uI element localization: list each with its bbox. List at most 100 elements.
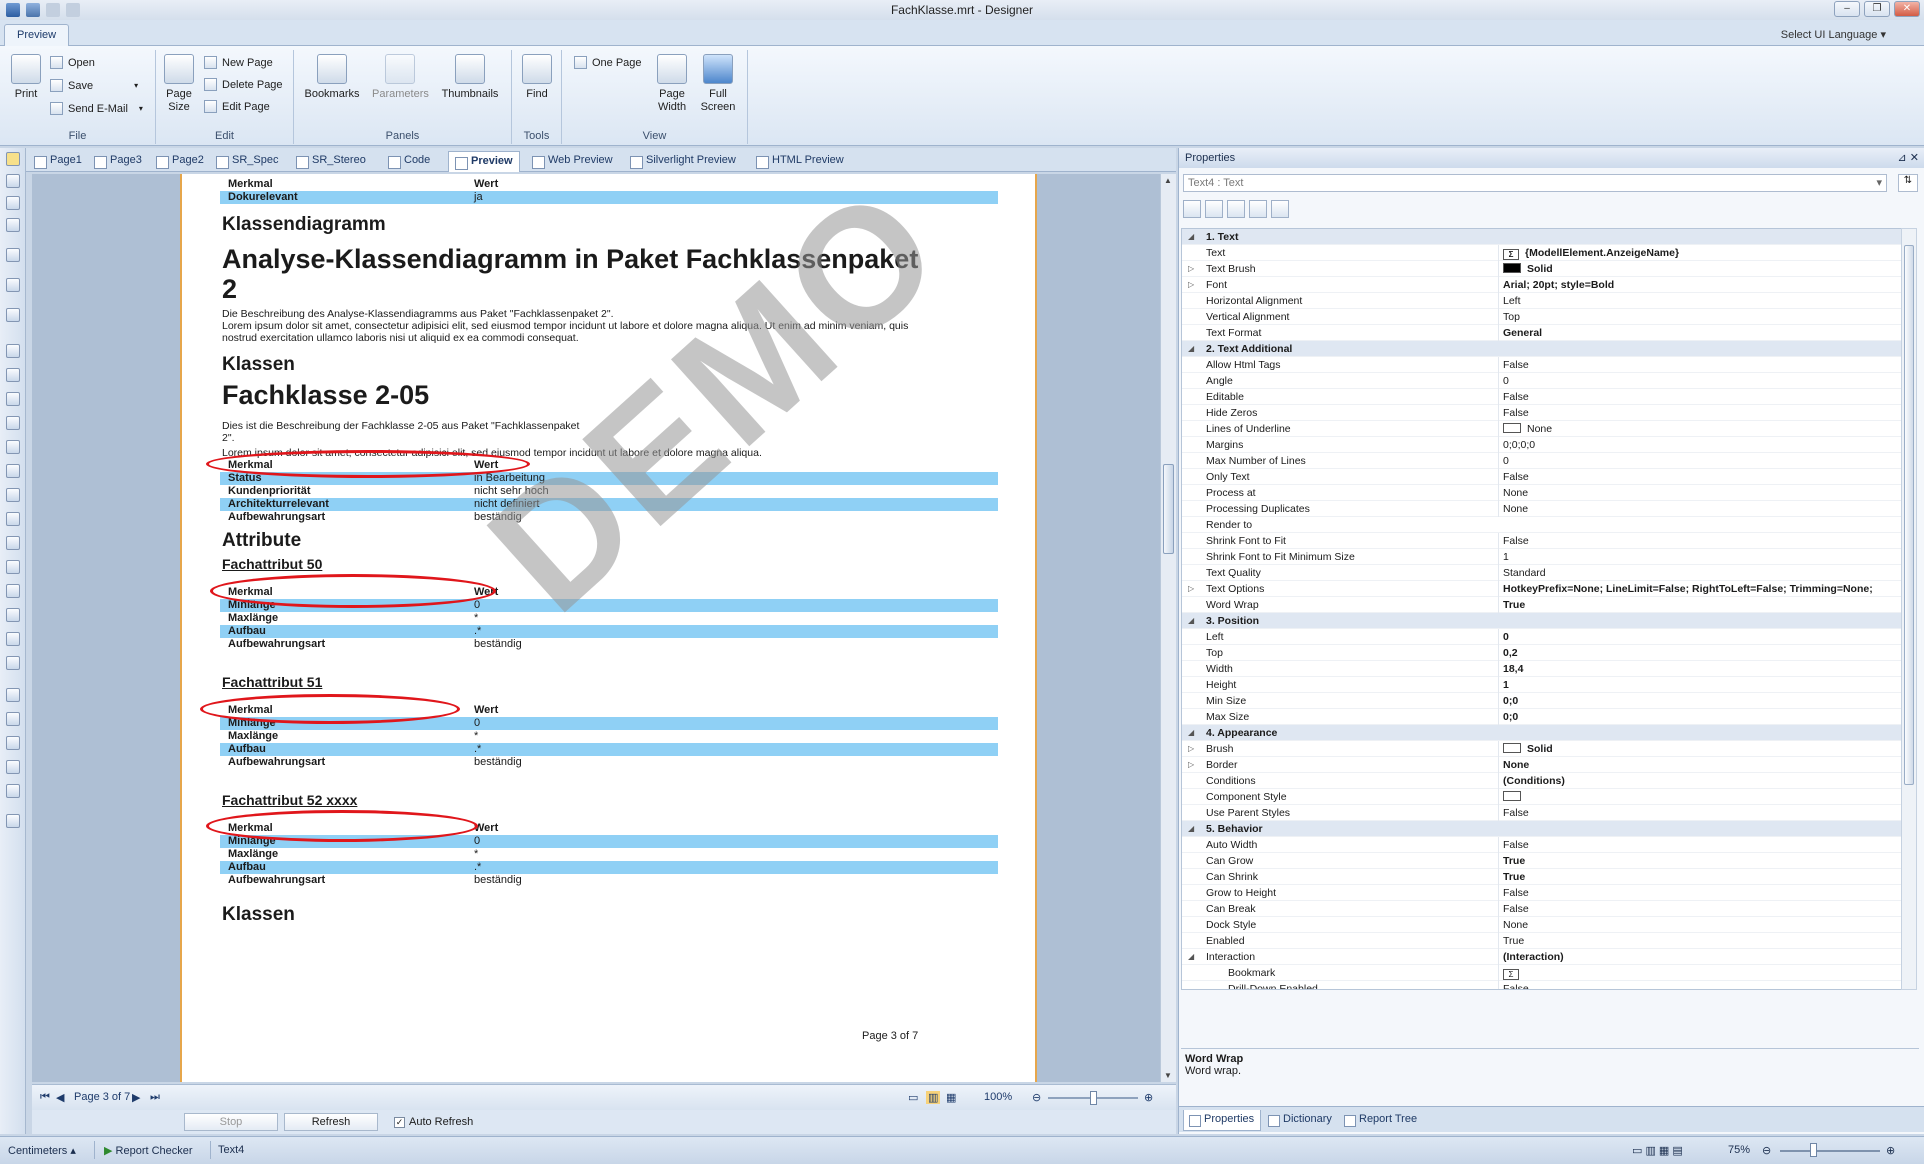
property-row[interactable]: Can Grow True — [1182, 853, 1902, 869]
property-row[interactable]: Max Number of Lines 0 — [1182, 453, 1902, 469]
zipcode-icon[interactable] — [6, 608, 20, 622]
property-row[interactable]: ▷ Font Arial; 20pt; style=Bold — [1182, 277, 1902, 293]
tab-preview[interactable]: Preview — [448, 151, 520, 172]
property-row[interactable]: Max Size 0;0 — [1182, 709, 1902, 725]
tab-page3[interactable]: Page3 — [88, 151, 148, 172]
property-row[interactable]: Hide Zeros False — [1182, 405, 1902, 421]
delete-page-button[interactable]: Delete Page — [204, 78, 283, 91]
tab-code[interactable]: Code — [382, 151, 436, 172]
property-row[interactable]: Top 0,2 — [1182, 645, 1902, 661]
property-row[interactable]: Height 1 — [1182, 677, 1902, 693]
property-value[interactable]: (Conditions) — [1498, 773, 1902, 789]
property-value[interactable]: False — [1498, 805, 1902, 821]
preview-viewport[interactable]: Merkmal Wert Dokurelevant ja Klassendiagra… — [32, 174, 1160, 1082]
ribbon-tab-preview[interactable]: Preview — [4, 24, 70, 46]
property-value[interactable]: 18,4 — [1498, 661, 1902, 677]
property-value[interactable]: False — [1498, 405, 1902, 421]
line-icon[interactable] — [6, 688, 20, 702]
refresh-button[interactable]: Refresh — [284, 1113, 378, 1131]
expand-icon[interactable]: ▷ — [1188, 757, 1198, 773]
property-value[interactable]: True — [1498, 869, 1902, 885]
property-row[interactable]: Text Σ {ModellElement.AnzeigeName} — [1182, 245, 1902, 261]
property-value[interactable]: False — [1498, 357, 1902, 373]
property-row[interactable]: Margins 0;0;0;0 — [1182, 437, 1902, 453]
minimize-button[interactable]: – — [1834, 1, 1860, 17]
property-value[interactable]: False — [1498, 837, 1902, 853]
property-value[interactable]: None — [1498, 917, 1902, 933]
databand-tool-icon[interactable] — [6, 308, 20, 322]
property-row[interactable]: ◢ Interaction (Interaction) — [1182, 949, 1902, 965]
property-value[interactable]: False — [1498, 469, 1902, 485]
image-component-icon[interactable] — [6, 440, 20, 454]
property-row[interactable]: Allow Html Tags False — [1182, 357, 1902, 373]
next-page-icon[interactable]: ▶ — [132, 1091, 140, 1104]
property-value[interactable]: True — [1498, 597, 1902, 613]
property-row[interactable]: Component Style — [1182, 789, 1902, 805]
property-category[interactable]: ◢ 1. Text — [1182, 229, 1902, 245]
zoom-slider-thumb[interactable] — [1090, 1091, 1097, 1105]
collapse-icon[interactable]: ◢ — [1188, 613, 1198, 629]
property-row[interactable]: ▷ Brush Solid — [1182, 741, 1902, 757]
one-page-button[interactable]: One Page — [574, 56, 642, 69]
property-row[interactable]: ▷ Text Brush Solid — [1182, 261, 1902, 277]
text-tool-icon[interactable] — [6, 196, 20, 210]
scrollbar-thumb[interactable] — [1163, 464, 1174, 554]
property-row[interactable]: Process at None — [1182, 485, 1902, 501]
view-mode-icons[interactable]: ▭ ▥ ▦ ▤ — [1632, 1144, 1683, 1157]
tab-web-preview[interactable]: Web Preview — [526, 151, 619, 172]
chevron-down-icon[interactable]: ▾ — [134, 81, 138, 90]
property-category[interactable]: ◢ 3. Position — [1182, 613, 1902, 629]
property-value[interactable]: Σ — [1498, 965, 1902, 981]
collapse-icon[interactable]: ◢ — [1188, 821, 1198, 837]
property-row[interactable]: Auto Width False — [1182, 837, 1902, 853]
edit-page-button[interactable]: Edit Page — [204, 100, 270, 113]
property-value[interactable]: Left — [1498, 293, 1902, 309]
property-value[interactable]: 0;0 — [1498, 693, 1902, 709]
status-zoom-thumb[interactable] — [1810, 1143, 1817, 1157]
zoom-out-icon[interactable]: ⊖ — [1762, 1144, 1771, 1157]
property-value[interactable]: (Interaction) — [1498, 949, 1902, 965]
property-row[interactable]: Enabled True — [1182, 933, 1902, 949]
property-row[interactable]: Lines of Underline None — [1182, 421, 1902, 437]
collapse-icon[interactable]: ◢ — [1188, 949, 1198, 965]
chevron-down-icon[interactable]: ▾ — [139, 104, 143, 113]
zoom-in-icon[interactable]: ⊕ — [1886, 1144, 1895, 1157]
property-row[interactable]: Text Format General — [1182, 325, 1902, 341]
property-value[interactable]: 1 — [1498, 677, 1902, 693]
report-checker-button[interactable]: ▶ Report Checker — [104, 1144, 193, 1157]
hand-tool-icon[interactable] — [6, 174, 20, 188]
cross-tab-icon[interactable] — [6, 632, 20, 646]
property-row[interactable]: Min Size 0;0 — [1182, 693, 1902, 709]
single-page-view-icon[interactable]: ▭ — [908, 1091, 918, 1104]
property-value[interactable]: None — [1498, 501, 1902, 517]
bookmarks-button[interactable]: Bookmarks — [304, 54, 360, 101]
property-row[interactable]: Bookmark Σ — [1182, 965, 1902, 981]
property-pages-icon[interactable] — [1271, 200, 1289, 218]
property-value[interactable]: Standard — [1498, 565, 1902, 581]
band-tool-icon[interactable] — [6, 248, 20, 262]
subreport-icon[interactable] — [6, 536, 20, 550]
property-value[interactable]: True — [1498, 853, 1902, 869]
tab-dictionary[interactable]: Dictionary — [1263, 1110, 1338, 1131]
pin-close-icon[interactable]: ⊿ ✕ — [1898, 151, 1920, 164]
close-button[interactable]: ✕ — [1894, 1, 1920, 17]
parameters-button[interactable]: Parameters — [372, 54, 429, 101]
property-row[interactable]: Render to — [1182, 517, 1902, 533]
expand-icon[interactable]: ▷ — [1188, 581, 1198, 597]
property-row[interactable]: Angle 0 — [1182, 373, 1902, 389]
open-button[interactable]: Open — [50, 56, 95, 69]
tab-page1[interactable]: Page1 — [28, 151, 88, 172]
preview-scrollbar[interactable]: ▲ ▼ — [1160, 174, 1176, 1082]
checkbox-component-icon[interactable] — [6, 584, 20, 598]
page-width-button[interactable]: Page Width — [652, 54, 692, 114]
pencil-tool-icon[interactable] — [6, 218, 20, 232]
property-row[interactable]: Shrink Font to Fit False — [1182, 533, 1902, 549]
property-value[interactable]: False — [1498, 901, 1902, 917]
tab-html-preview[interactable]: HTML Preview — [750, 151, 850, 172]
barcode-icon[interactable] — [6, 464, 20, 478]
property-value[interactable]: None — [1498, 421, 1902, 437]
property-grid-scrollbar[interactable] — [1901, 228, 1917, 990]
tab-page2[interactable]: Page2 — [150, 151, 210, 172]
property-row[interactable]: ▷ Text Options HotkeyPrefix=None; LineLimi… — [1182, 581, 1902, 597]
units-select[interactable]: Centimeters ▴ — [8, 1144, 76, 1157]
